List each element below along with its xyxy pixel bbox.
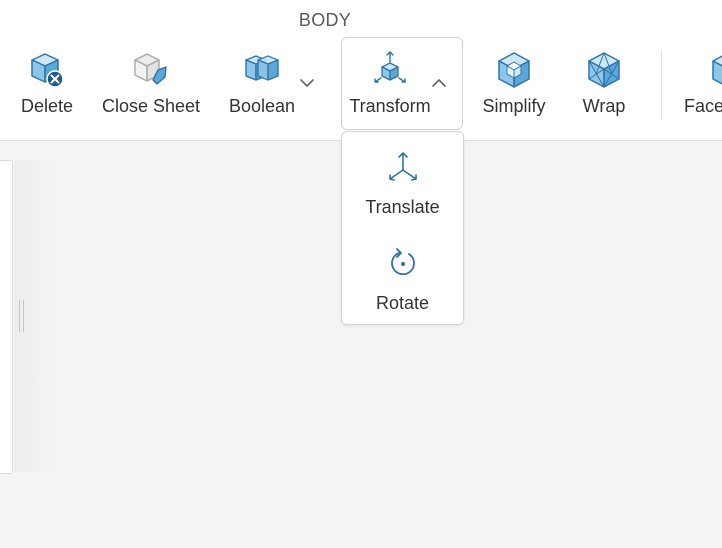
boolean-label: Boolean (228, 96, 296, 116)
faces-icon (708, 50, 722, 90)
wrap-label: Wrap (582, 96, 626, 116)
left-side-panel (0, 160, 13, 474)
grip-line (23, 300, 24, 332)
panel-resize-handle[interactable] (18, 300, 26, 332)
translate-icon (385, 150, 421, 189)
boolean-button[interactable]: Boolean (227, 50, 297, 122)
boolean-icon (242, 50, 282, 90)
chevron-up-icon (432, 79, 446, 87)
delete-label: Delete (20, 96, 74, 116)
ribbon-toolbar: BODY Delete Close Sheet Boolean Transfor… (0, 0, 722, 141)
close-sheet-button[interactable]: Close Sheet (101, 50, 201, 122)
grip-line (19, 300, 20, 332)
simplify-icon (494, 50, 534, 90)
delete-button[interactable]: Delete (18, 50, 76, 122)
close-sheet-label: Close Sheet (101, 96, 201, 116)
transform-icon (370, 50, 410, 90)
rotate-label: Rotate (375, 293, 430, 313)
faces-button[interactable]: Faces (684, 50, 722, 122)
transform-collapse-button[interactable] (428, 72, 450, 94)
ribbon-group-title: BODY (298, 10, 352, 30)
faces-label: Faces (684, 96, 722, 116)
menu-item-translate[interactable]: Translate (342, 150, 463, 230)
toolbar-divider (661, 50, 662, 120)
wrap-button[interactable]: Wrap (578, 50, 630, 122)
boolean-expand-button[interactable] (296, 72, 318, 94)
rotate-icon (385, 246, 421, 285)
simplify-label: Simplify (482, 96, 546, 116)
chevron-down-icon (300, 79, 314, 87)
transform-label: Transform (349, 96, 431, 116)
wrap-icon (584, 50, 624, 90)
translate-label: Translate (365, 197, 440, 217)
menu-item-rotate[interactable]: Rotate (342, 246, 463, 326)
simplify-button[interactable]: Simplify (480, 50, 548, 122)
transform-button[interactable]: Transform (346, 50, 434, 122)
transform-dropdown-menu: Translate Rotate (341, 131, 464, 325)
close-sheet-icon (131, 50, 171, 90)
cube-delete-icon (27, 50, 67, 90)
